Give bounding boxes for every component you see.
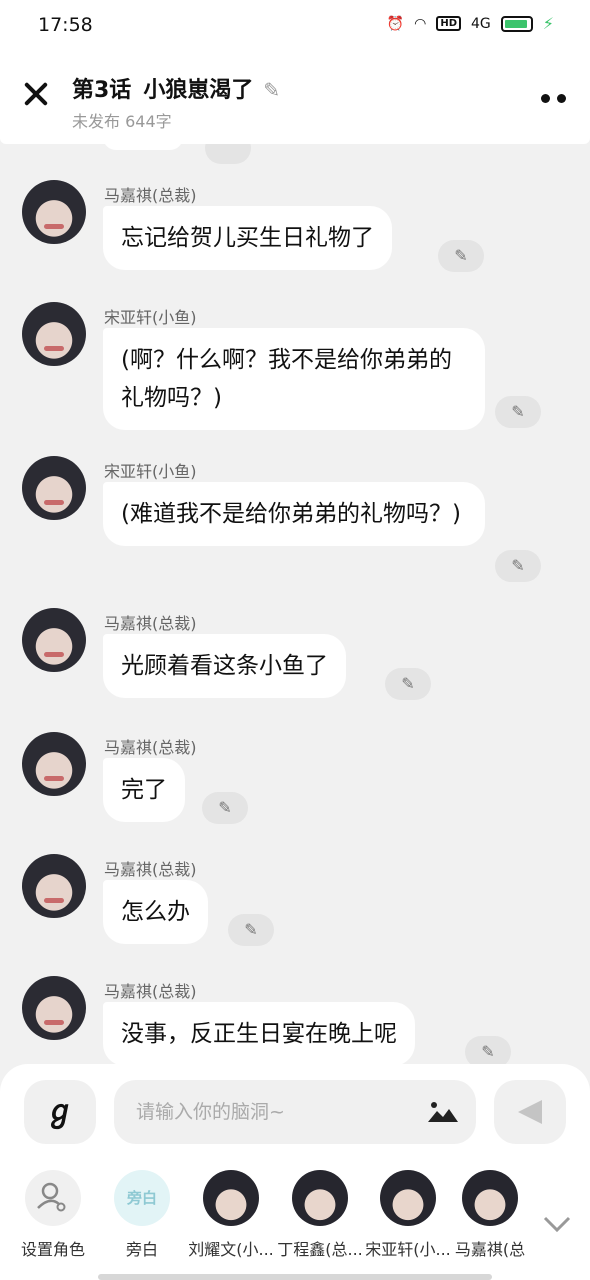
speaker-name: 马嘉祺(总裁)	[104, 738, 197, 757]
speaker-name: 宋亚轩(小鱼)	[104, 462, 197, 481]
status-time: 17:58	[38, 14, 93, 36]
role-label: 旁白	[125, 1240, 158, 1259]
role-label: 丁程鑫(总...	[277, 1240, 363, 1259]
role-item[interactable]: 马嘉祺(总	[452, 1170, 528, 1260]
role-label: 宋亚轩(小...	[365, 1240, 451, 1259]
speaker-name: 马嘉祺(总裁)	[104, 860, 197, 879]
role-label: 设置角色	[20, 1240, 85, 1259]
image-icon[interactable]	[428, 1100, 458, 1124]
status-bar: 17:58 ⏰ ◠ HD 4G ⚡	[0, 0, 590, 52]
message-bubble[interactable]: 忘记给贺儿买生日礼物了	[103, 206, 392, 270]
avatar	[380, 1170, 436, 1226]
page-title[interactable]: 第3话 小狼崽渴了 ✎	[72, 72, 280, 104]
hd-badge: HD	[436, 16, 461, 31]
status-icons: ⏰ ◠ HD 4G ⚡	[387, 14, 554, 33]
send-button[interactable]	[494, 1080, 566, 1144]
wifi-icon: ◠	[414, 15, 427, 32]
chat-area[interactable]: 马嘉祺(总裁) 忘记给贺儿买生日礼物了 ✎ 宋亚轩(小鱼) (啊？什么啊？我不是…	[0, 144, 590, 1066]
message-bubble[interactable]: 怎么办	[103, 880, 208, 944]
role-label: 刘耀文(小...	[188, 1240, 274, 1259]
edit-icon[interactable]: ✎	[465, 1036, 511, 1066]
avatar[interactable]	[22, 608, 86, 672]
avatar	[462, 1170, 518, 1226]
role-narrator[interactable]: 旁白 旁白	[98, 1170, 186, 1260]
edit-icon[interactable]: ✎	[495, 396, 541, 428]
edit-icon[interactable]	[205, 144, 251, 164]
message-bubble[interactable]: 没事，反正生日宴在晚上呢	[103, 1002, 415, 1066]
message-bubble[interactable]: 完了	[103, 758, 185, 822]
role-label: 马嘉祺(总	[454, 1240, 526, 1259]
edit-icon[interactable]: ✎	[228, 914, 274, 946]
speaker-name: 宋亚轩(小鱼)	[104, 308, 197, 327]
avatar[interactable]	[22, 456, 86, 520]
avatar[interactable]	[22, 302, 86, 366]
battery-icon	[500, 15, 533, 32]
avatar[interactable]	[22, 180, 86, 244]
signal-icon: 4G	[471, 15, 491, 32]
voice-icon: ℊ	[45, 1094, 75, 1129]
speaker-name: 马嘉祺(总裁)	[104, 982, 197, 1001]
header: 第3话 小狼崽渴了 ✎ 未发布 644字	[0, 52, 590, 144]
charging-icon: ⚡	[542, 14, 554, 33]
avatar[interactable]	[22, 976, 86, 1040]
message-bubble[interactable]: (啊？什么啊？我不是给你弟弟的礼物吗？)	[103, 328, 485, 430]
alarm-icon: ⏰	[386, 15, 405, 32]
edit-icon[interactable]: ✎	[495, 550, 541, 582]
avatar	[203, 1170, 259, 1226]
role-setting[interactable]: 设置角色	[9, 1170, 97, 1260]
edit-title-icon[interactable]: ✎	[263, 78, 280, 102]
chapter-title: 小狼崽渴了	[143, 78, 254, 103]
speaker-name: 马嘉祺(总裁)	[104, 186, 197, 205]
avatar[interactable]	[22, 732, 86, 796]
message-bubble[interactable]: (难道我不是给你弟弟的礼物吗？)	[103, 482, 485, 546]
send-icon	[518, 1100, 542, 1124]
chapter-label: 第3话	[72, 78, 132, 103]
close-icon[interactable]	[22, 80, 50, 108]
role-selector: 设置角色 旁白 旁白 刘耀文(小... 丁程鑫(总... 宋亚轩(小... 马嘉…	[0, 1170, 590, 1260]
edit-icon[interactable]: ✎	[438, 240, 484, 272]
avatar[interactable]	[22, 854, 86, 918]
message-bubble[interactable]: 光顾着看这条小鱼了	[103, 634, 346, 698]
role-item[interactable]: 刘耀文(小...	[187, 1170, 275, 1260]
edit-icon[interactable]: ✎	[202, 792, 248, 824]
person-settings-icon	[25, 1170, 81, 1226]
avatar	[292, 1170, 348, 1226]
home-indicator	[98, 1274, 492, 1280]
partial-bubble	[103, 144, 183, 150]
edit-icon[interactable]: ✎	[385, 668, 431, 700]
speaker-name: 马嘉祺(总裁)	[104, 614, 197, 633]
voice-button[interactable]: ℊ	[24, 1080, 96, 1144]
message-input[interactable]	[136, 1080, 426, 1144]
role-item[interactable]: 宋亚轩(小...	[364, 1170, 452, 1260]
role-item[interactable]: 丁程鑫(总...	[276, 1170, 364, 1260]
more-options-icon[interactable]	[541, 94, 566, 103]
narrator-avatar: 旁白	[114, 1170, 170, 1226]
chevron-down-icon[interactable]	[542, 1214, 572, 1234]
composer-panel: ℊ 设置角色 旁白 旁白 刘	[0, 1064, 590, 1280]
word-count: 未发布 644字	[72, 112, 172, 131]
message-input-box[interactable]	[114, 1080, 476, 1144]
